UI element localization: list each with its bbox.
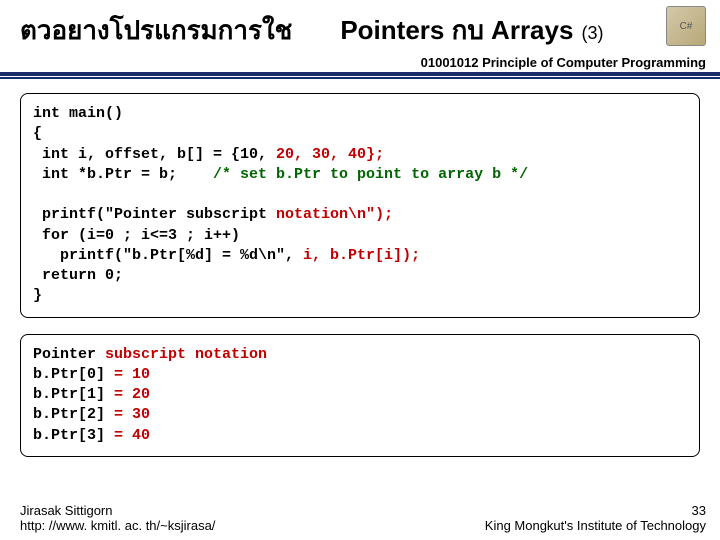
out-line-red: = 40: [114, 427, 150, 444]
code-line-red: 20, 30, 40};: [276, 146, 384, 163]
slide-footer: Jirasak Sittigorn http: //www. kmitl. ac…: [0, 503, 720, 534]
out-line-red: subscript notation: [105, 346, 267, 363]
out-line-red: = 30: [114, 406, 150, 423]
code-line: int i, offset, b[] = {10,: [33, 146, 276, 163]
code-line-red: i, b.Ptr[i]);: [303, 247, 420, 264]
author-url: http: //www. kmitl. ac. th/~ksjirasa/: [20, 518, 215, 534]
institute-name: King Mongkut's Institute of Technology: [485, 518, 706, 534]
code-line: {: [33, 125, 42, 142]
out-line: b.Ptr[0]: [33, 366, 114, 383]
language-icon: C#: [666, 6, 706, 46]
title-english: Pointers กบ Arrays: [340, 10, 573, 51]
code-line: for (i=0 ; i<=3 ; i++): [33, 227, 240, 244]
slide-content: int main() { int i, offset, b[] = {10, 2…: [0, 79, 720, 457]
title-number: (3): [581, 23, 603, 44]
out-line: b.Ptr[1]: [33, 386, 114, 403]
out-line-red: = 20: [114, 386, 150, 403]
code-line: int main(): [33, 105, 123, 122]
title-thai: ตวอยางโปรแกรมการใช: [20, 10, 292, 51]
source-code-box: int main() { int i, offset, b[] = {10, 2…: [20, 93, 700, 318]
code-line: return 0;: [33, 267, 123, 284]
code-line: printf("Pointer subscript: [33, 206, 276, 223]
code-line: }: [33, 287, 42, 304]
icon-label: C#: [680, 21, 693, 32]
code-comment: /* set b.Ptr to point to array b */: [213, 166, 528, 183]
out-line: Pointer: [33, 346, 105, 363]
code-line: int *b.Ptr = b;: [33, 166, 213, 183]
out-line: b.Ptr[3]: [33, 427, 114, 444]
course-code: 01001012 Principle of Computer Programmi…: [0, 55, 720, 76]
code-line-red: notation\n");: [276, 206, 393, 223]
output-box: Pointer subscript notation b.Ptr[0] = 10…: [20, 334, 700, 457]
out-line-red: = 10: [114, 366, 150, 383]
page-number: 33: [485, 503, 706, 519]
footer-left: Jirasak Sittigorn http: //www. kmitl. ac…: [20, 503, 215, 534]
code-line: printf("b.Ptr[%d] = %d\n",: [33, 247, 303, 264]
slide-header: ตวอยางโปรแกรมการใช Pointers กบ Arrays (3…: [0, 0, 720, 55]
out-line: b.Ptr[2]: [33, 406, 114, 423]
footer-right: 33 King Mongkut's Institute of Technolog…: [485, 503, 706, 534]
author-name: Jirasak Sittigorn: [20, 503, 215, 519]
